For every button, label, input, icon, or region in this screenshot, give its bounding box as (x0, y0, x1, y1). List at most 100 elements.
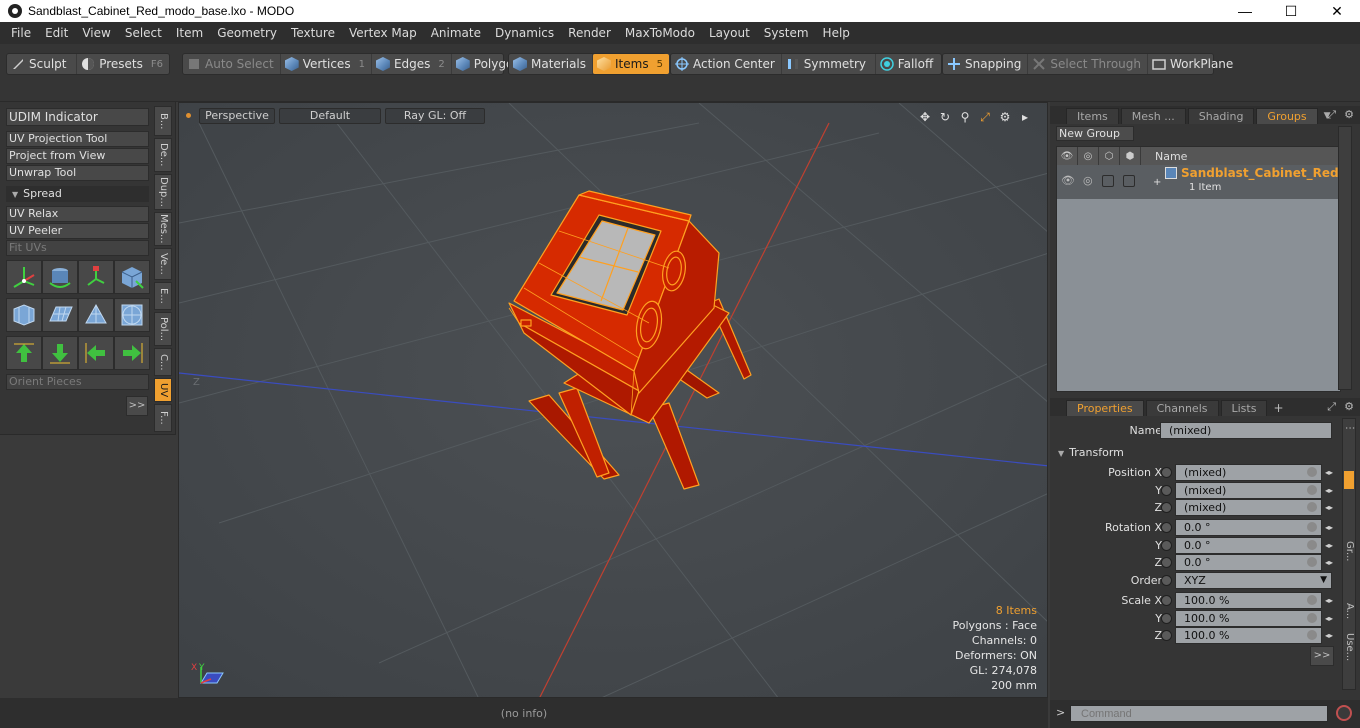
uv-scale-tool-button[interactable] (78, 260, 114, 294)
presets-button[interactable]: Presets F6 (77, 54, 169, 74)
link-arrows-icon[interactable]: ◂▸ (1325, 594, 1339, 608)
transform-section[interactable]: ▼ Transform (1058, 446, 1124, 459)
raygl-toggle[interactable]: Ray GL: Off (385, 108, 485, 124)
menu-view[interactable]: View (75, 26, 117, 40)
uv-cylindrical-button[interactable] (78, 298, 114, 332)
tab-shading[interactable]: Shading (1187, 108, 1255, 124)
menu-vertex-map[interactable]: Vertex Map (342, 26, 424, 40)
new-group-button[interactable]: New Group (1056, 126, 1134, 141)
side-tab-groups[interactable]: Gr... (1344, 541, 1355, 561)
fit-icon[interactable]: ⤢ (977, 109, 993, 125)
vtab-polygon[interactable]: Pol... (154, 312, 172, 346)
menu-geometry[interactable]: Geometry (210, 26, 284, 40)
vtab-curve[interactable]: C... (154, 348, 172, 376)
row-lock-checkbox[interactable] (1102, 175, 1114, 187)
workplane-button[interactable]: WorkPlane (1148, 54, 1239, 74)
render-icon[interactable]: ◎ (1078, 147, 1099, 165)
menu-file[interactable]: File (4, 26, 38, 40)
uv-unwrap-button[interactable] (6, 298, 42, 332)
menu-edit[interactable]: Edit (38, 26, 75, 40)
edges-button[interactable]: Edges 2 (372, 54, 452, 74)
rotation-y-key-button[interactable] (1161, 540, 1172, 551)
record-icon[interactable] (1336, 705, 1352, 721)
menu-render[interactable]: Render (561, 26, 618, 40)
scale-x-field[interactable]: 100.0 % (1175, 592, 1322, 609)
add-tab-button[interactable]: + (1273, 400, 1283, 416)
falloff-button[interactable]: Falloff (876, 54, 939, 74)
side-dots-icon[interactable]: ⋮ (1344, 423, 1355, 433)
link-arrows-icon[interactable]: ◂▸ (1325, 629, 1339, 643)
position-z-field[interactable]: (mixed) (1175, 499, 1322, 516)
uv-transform-tool-button[interactable] (114, 260, 150, 294)
more-tools-button[interactable]: >> (126, 396, 148, 416)
view-type-dropdown[interactable]: Perspective (199, 108, 275, 124)
scale-y-field[interactable]: 100.0 % (1175, 610, 1322, 627)
rotation-x-key-button[interactable] (1161, 522, 1172, 533)
action-center-button[interactable]: Action Center (671, 54, 782, 74)
uv-relax-button[interactable]: UV Relax (6, 206, 149, 222)
link-arrows-icon[interactable]: ◂▸ (1325, 556, 1339, 570)
udim-indicator-button[interactable]: UDIM Indicator (6, 108, 149, 126)
snapping-button[interactable]: Snapping (943, 54, 1029, 74)
3d-viewport[interactable]: Perspective Default Ray GL: Off ✥ ↻ ⚲ ⤢ … (178, 102, 1048, 698)
sculpt-button[interactable]: Sculpt (7, 54, 78, 74)
scale-z-key-button[interactable] (1161, 630, 1172, 641)
vtab-uv[interactable]: UV (154, 378, 172, 402)
position-z-key-button[interactable] (1161, 502, 1172, 513)
more-properties-button[interactable]: >> (1310, 646, 1334, 666)
menu-item[interactable]: Item (169, 26, 210, 40)
properties-expand-icon[interactable]: ⤢ (1327, 400, 1336, 414)
scale-y-key-button[interactable] (1161, 613, 1172, 624)
menu-select[interactable]: Select (118, 26, 169, 40)
side-tab-use[interactable]: Use... (1344, 633, 1355, 661)
align-right-button[interactable] (114, 336, 150, 370)
expand-arrow-icon[interactable]: ▸ (1017, 109, 1033, 125)
order-dropdown[interactable]: XYZ ▼ (1175, 572, 1332, 589)
uv-peeler-button[interactable]: UV Peeler (6, 223, 149, 239)
uv-projection-tool-button[interactable]: UV Projection Tool (6, 131, 149, 147)
position-y-key-button[interactable] (1161, 485, 1172, 496)
rotation-x-field[interactable]: 0.0 ° (1175, 519, 1322, 536)
order-key-button[interactable] (1161, 575, 1172, 586)
symmetry-button[interactable]: Symmetry (782, 54, 876, 74)
link-arrows-icon[interactable]: ◂▸ (1325, 521, 1339, 535)
settings-gear-icon[interactable]: ⚙ (997, 109, 1013, 125)
zoom-icon[interactable]: ⚲ (957, 109, 973, 125)
tab-channels[interactable]: Channels (1145, 400, 1219, 416)
command-input[interactable] (1070, 705, 1328, 722)
uv-rotate-tool-button[interactable] (42, 260, 78, 294)
menu-texture[interactable]: Texture (284, 26, 342, 40)
position-x-key-button[interactable] (1161, 467, 1172, 478)
vtab-vertex[interactable]: Ve... (154, 248, 172, 280)
align-up-button[interactable] (6, 336, 42, 370)
tab-properties[interactable]: Properties (1066, 400, 1144, 416)
uv-move-tool-button[interactable] (6, 260, 42, 294)
side-tab-a[interactable]: A... (1344, 603, 1355, 619)
vtab-deform[interactable]: De... (154, 138, 172, 172)
tab-lists[interactable]: Lists (1220, 400, 1268, 416)
rotation-z-field[interactable]: 0.0 ° (1175, 554, 1322, 571)
items-button[interactable]: Items 5 (593, 54, 669, 74)
vtab-fusion[interactable]: F... (154, 404, 172, 432)
tab-items[interactable]: Items (1066, 108, 1119, 124)
scale-x-key-button[interactable] (1161, 595, 1172, 606)
auto-select-button[interactable]: Auto Select (183, 54, 281, 74)
expand-plus-icon[interactable]: + (1153, 177, 1161, 188)
row-eye-icon[interactable]: 👁 (1061, 174, 1075, 187)
tab-mesh[interactable]: Mesh ... (1120, 108, 1186, 124)
project-from-view-button[interactable]: Project from View (6, 148, 149, 164)
link-arrows-icon[interactable]: ◂▸ (1325, 501, 1339, 515)
vtab-mesh-edit[interactable]: Mes... (154, 212, 172, 246)
materials-button[interactable]: Materials (509, 54, 594, 74)
link-arrows-icon[interactable]: ◂▸ (1325, 539, 1339, 553)
row-select-checkbox[interactable] (1123, 175, 1135, 187)
select-icon[interactable]: ⬢ (1120, 147, 1141, 165)
side-active-marker[interactable] (1344, 471, 1354, 489)
orient-pieces-button[interactable]: Orient Pieces (6, 374, 149, 390)
properties-gear-icon[interactable]: ⚙ (1344, 400, 1354, 413)
link-arrows-icon[interactable]: ◂▸ (1325, 612, 1339, 626)
minimize-button[interactable]: — (1222, 0, 1268, 22)
row-render-icon[interactable]: ◎ (1083, 174, 1093, 187)
menu-help[interactable]: Help (816, 26, 857, 40)
menu-animate[interactable]: Animate (424, 26, 488, 40)
